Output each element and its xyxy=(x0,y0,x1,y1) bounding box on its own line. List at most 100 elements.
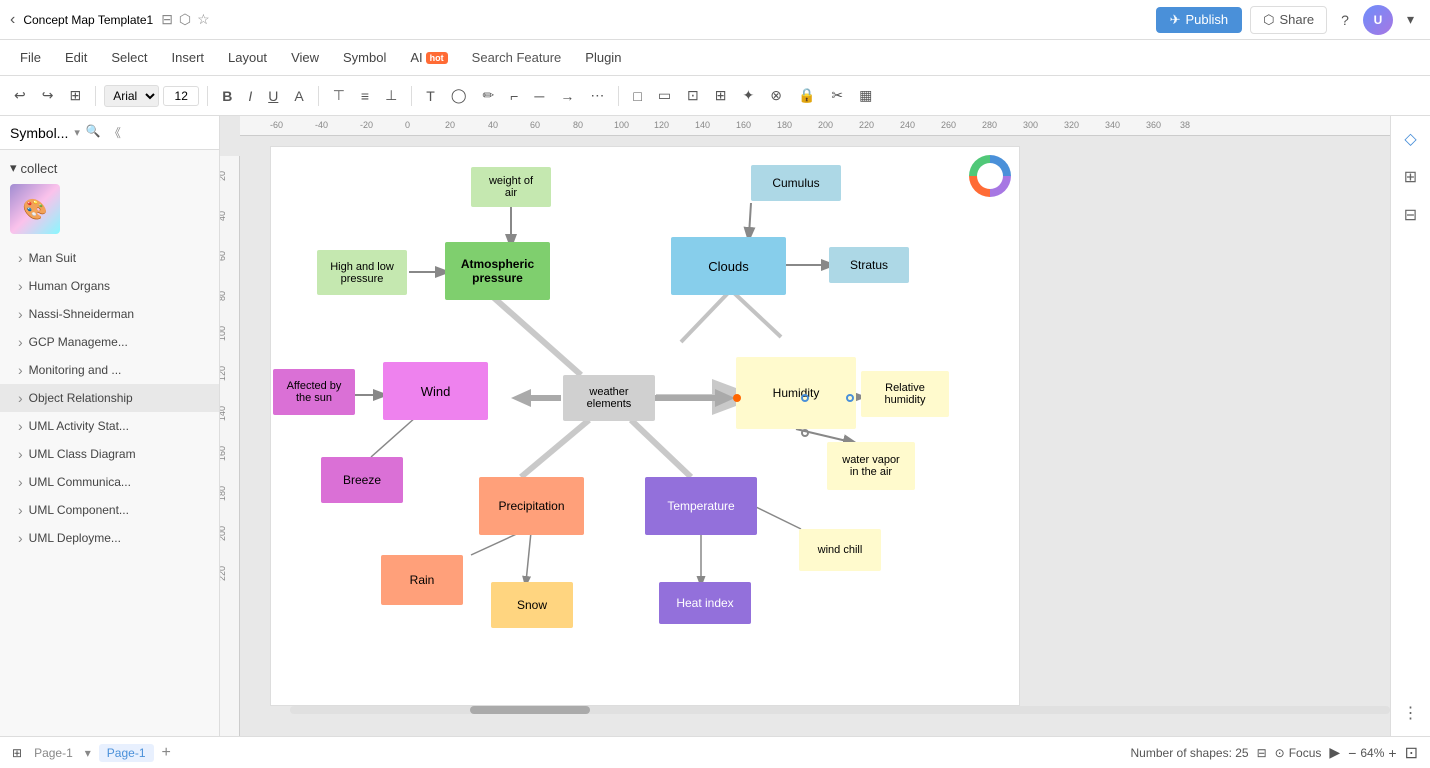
menu-layout[interactable]: Layout xyxy=(218,46,277,69)
node-relative-humidity[interactable]: Relativehumidity xyxy=(861,371,949,417)
menu-insert[interactable]: Insert xyxy=(162,46,215,69)
node-humidity[interactable]: Humidity xyxy=(736,357,856,429)
play-button[interactable]: ▶ xyxy=(1329,744,1340,761)
align-top-button[interactable]: ⊤ xyxy=(327,83,351,108)
font-size-input[interactable] xyxy=(163,86,199,106)
search-icon[interactable]: 🔍 xyxy=(86,124,101,141)
node-clouds[interactable]: Clouds xyxy=(671,237,786,295)
zoom-out-button[interactable]: − xyxy=(1348,745,1356,761)
filter-button[interactable]: ⊗ xyxy=(764,83,788,108)
sidebar-item-human-organs[interactable]: Human Organs xyxy=(0,272,219,300)
collect-header[interactable]: ▾ collect xyxy=(0,156,219,180)
line-style-button[interactable]: ─ xyxy=(528,84,550,108)
menu-edit[interactable]: Edit xyxy=(55,46,97,69)
font-color-button[interactable]: A xyxy=(288,84,309,108)
node-heat-index[interactable]: Heat index xyxy=(659,582,751,624)
right-panel-format-button[interactable]: ⊞ xyxy=(1396,162,1426,192)
layer-icon[interactable]: ⊟ xyxy=(1257,746,1267,760)
sidebar-item-uml-class[interactable]: UML Class Diagram xyxy=(0,440,219,468)
pen-button[interactable]: ✏ xyxy=(477,83,501,108)
resize-button[interactable]: ⊡ xyxy=(681,83,705,108)
italic-button[interactable]: I xyxy=(242,84,258,108)
eraser-button[interactable]: ◯ xyxy=(445,83,473,108)
text-style-button[interactable]: T xyxy=(420,84,441,108)
node-stratus[interactable]: Stratus xyxy=(829,247,909,283)
page-tab-default[interactable]: Page-1 xyxy=(26,744,81,762)
zoom-in-button[interactable]: + xyxy=(1388,745,1396,761)
node-breeze[interactable]: Breeze xyxy=(321,457,403,503)
page-list-icon[interactable]: ⊞ xyxy=(12,746,22,760)
page-tab-active[interactable]: Page-1 xyxy=(99,744,154,762)
diagram-container[interactable]: weight ofair Cumulus Atmosphericpressure… xyxy=(270,146,1020,706)
canvas-area[interactable]: -60 -40 -20 0 20 40 60 80 100 120 140 16… xyxy=(220,116,1390,736)
undo-button[interactable]: ↩ xyxy=(8,83,32,108)
node-wind[interactable]: Wind xyxy=(383,362,488,420)
fit-button[interactable]: ⊞ xyxy=(709,83,733,108)
sidebar-item-uml-communication[interactable]: UML Communica... xyxy=(0,468,219,496)
menu-plugin[interactable]: Plugin xyxy=(575,46,631,69)
publish-button[interactable]: ✈ Publish xyxy=(1156,7,1243,33)
menu-file[interactable]: File xyxy=(10,46,51,69)
callout-button[interactable]: ▭ xyxy=(652,83,677,108)
sidebar-collapse-arrow[interactable]: ▾ xyxy=(74,126,80,139)
node-temperature[interactable]: Temperature xyxy=(645,477,757,535)
sidebar-item-nassi[interactable]: Nassi-Shneiderman xyxy=(0,300,219,328)
node-affected[interactable]: Affected bythe sun xyxy=(273,369,355,415)
node-precipitation[interactable]: Precipitation xyxy=(479,477,584,535)
right-panel-settings-button[interactable]: ⊟ xyxy=(1396,200,1426,230)
connector-button[interactable]: ⌐ xyxy=(504,84,524,108)
sidebar-item-object-relationship[interactable]: Object Relationship xyxy=(0,384,219,412)
sidebar-item-monitoring[interactable]: Monitoring and ... xyxy=(0,356,219,384)
sidebar-item-uml-component[interactable]: UML Component... xyxy=(0,496,219,524)
sidebar-item-gcp[interactable]: GCP Manageme... xyxy=(0,328,219,356)
menu-view[interactable]: View xyxy=(281,46,329,69)
line-type-button[interactable]: ⋯ xyxy=(584,83,610,108)
page-tab-arrow[interactable]: ▾ xyxy=(85,746,91,760)
sparkle-button[interactable]: ✦ xyxy=(737,83,761,108)
clone-button[interactable]: ⊞ xyxy=(63,83,87,108)
sidebar-item-uml-activity[interactable]: UML Activity Stat... xyxy=(0,412,219,440)
node-cumulus[interactable]: Cumulus xyxy=(751,165,841,201)
sidebar-item-man-suit[interactable]: Man Suit xyxy=(0,244,219,272)
right-panel-style-button[interactable]: ◇ xyxy=(1396,124,1426,154)
account-dropdown[interactable]: ▾ xyxy=(1401,7,1420,32)
shape-button[interactable]: □ xyxy=(627,84,647,108)
menu-select[interactable]: Select xyxy=(101,46,157,69)
bold-button[interactable]: B xyxy=(216,84,238,108)
underline-button[interactable]: U xyxy=(262,84,284,108)
sidebar-item-uml-deployment[interactable]: UML Deployme... xyxy=(0,524,219,552)
focus-button[interactable]: ⊙ Focus xyxy=(1275,746,1322,760)
node-weather-elements[interactable]: weatherelements xyxy=(563,375,655,421)
avatar[interactable]: U xyxy=(1363,5,1393,35)
star-icon[interactable]: ☆ xyxy=(197,11,210,28)
font-selector[interactable]: Arial xyxy=(104,85,159,107)
unlock-button[interactable]: ✂ xyxy=(825,83,849,108)
node-rain[interactable]: Rain xyxy=(381,555,463,605)
node-high-low[interactable]: High and lowpressure xyxy=(317,250,407,295)
menu-ai[interactable]: AI hot xyxy=(400,46,457,69)
help-button[interactable]: ? xyxy=(1335,8,1355,32)
add-page-button[interactable]: + xyxy=(162,744,171,762)
align-bottom-button[interactable]: ⊥ xyxy=(379,83,403,108)
table-button[interactable]: ▦ xyxy=(853,83,878,108)
align-center-button[interactable]: ≡ xyxy=(355,84,375,108)
node-snow[interactable]: Snow xyxy=(491,582,573,628)
back-button[interactable]: ‹ xyxy=(10,11,15,29)
menu-symbol[interactable]: Symbol xyxy=(333,46,396,69)
fit-page-button[interactable]: ⊡ xyxy=(1405,743,1418,763)
node-weight-air[interactable]: weight ofair xyxy=(471,167,551,207)
horizontal-scrollbar[interactable] xyxy=(290,706,1390,714)
node-water-vapor[interactable]: water vaporin the air xyxy=(827,442,915,490)
export-icon[interactable]: ⬡ xyxy=(179,11,191,28)
arrow-style-button[interactable]: → xyxy=(554,84,580,108)
share-button[interactable]: ⬡ Share xyxy=(1250,6,1327,34)
right-panel-extra-button[interactable]: ⋮ xyxy=(1396,698,1426,728)
node-wind-chill[interactable]: wind chill xyxy=(799,529,881,571)
save-icon[interactable]: ⊟ xyxy=(161,11,173,28)
sidebar-toggle-icon[interactable]: 《 xyxy=(109,124,121,141)
node-atm-pressure[interactable]: Atmosphericpressure xyxy=(445,242,550,300)
lock-button[interactable]: 🔒 xyxy=(792,83,821,108)
menu-search-feature[interactable]: Search Feature xyxy=(462,46,572,69)
canvas-background[interactable]: weight ofair Cumulus Atmosphericpressure… xyxy=(240,136,1390,716)
redo-button[interactable]: ↪ xyxy=(36,83,60,108)
